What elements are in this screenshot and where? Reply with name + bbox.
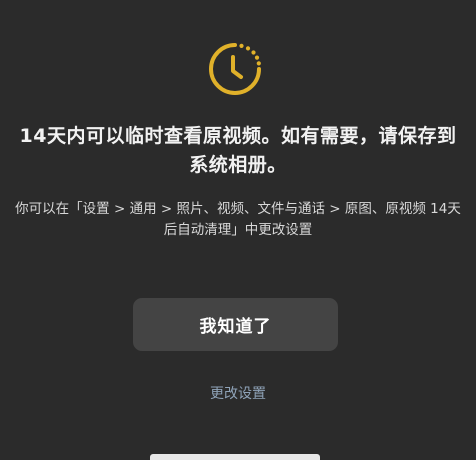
dialog-title: 14天内可以临时查看原视频。如有需要，请保存到系统相册。 [19, 125, 457, 176]
clock-icon [209, 43, 261, 95]
dialog-description: 你可以在「设置 > 通用 > 照片、视频、文件与通话 > 原图、原视频 14天后… [15, 201, 461, 238]
dialog-sheet: 14天内可以临时查看原视频。如有需要，请保存到系统相册。 你可以在「设置 > 通… [0, 0, 476, 460]
change-settings-link[interactable]: 更改设置 [168, 382, 308, 406]
got-it-button[interactable]: 我知道了 [133, 298, 338, 351]
home-indicator [150, 454, 320, 460]
